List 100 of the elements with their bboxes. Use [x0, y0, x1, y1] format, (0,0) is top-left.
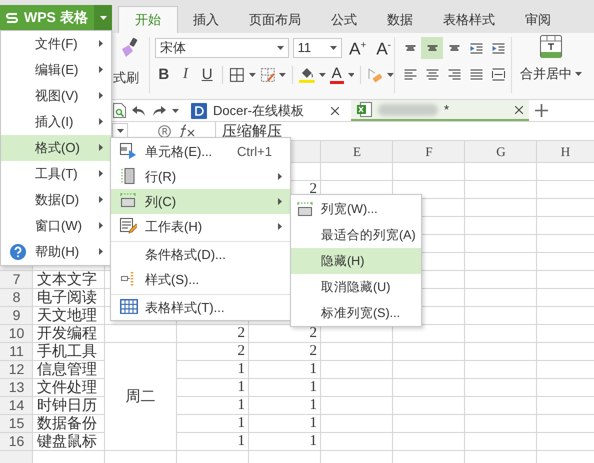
border-color-icon[interactable] [260, 66, 276, 83]
row-header[interactable]: 9 [0, 307, 33, 325]
column-icon [297, 202, 313, 216]
circle-r-icon[interactable] [158, 124, 171, 138]
table-cell-text: 1 [236, 415, 246, 433]
menu-item[interactable]: 表格样式(T)... [111, 294, 290, 320]
table-cell-text: 1 [308, 415, 318, 433]
table-cell-text: 时钟日历 [36, 397, 98, 415]
table-cell-text: 键盘鼠标 [36, 433, 98, 451]
row-header[interactable]: 15 [0, 415, 33, 433]
menu-item[interactable]: 窗口(W) [1, 213, 111, 239]
row-icon [120, 168, 136, 185]
fill-color-icon[interactable] [299, 66, 315, 84]
table-cell-text: 手机工具 [36, 343, 98, 361]
caret-icon [387, 72, 394, 77]
menu-item[interactable]: 插入(I) [1, 109, 111, 135]
menu-item[interactable]: 数据(D) [1, 187, 111, 213]
document-tab[interactable]: * [351, 100, 529, 121]
menu-item[interactable]: 行(R) [111, 164, 290, 189]
menu-item[interactable]: 视图(V) [1, 83, 111, 109]
table-cell-text: 2 [308, 325, 318, 343]
style-icon [120, 271, 136, 287]
print-preview-icon[interactable] [113, 103, 126, 118]
format-painter-label[interactable]: 式刷 [113, 69, 139, 87]
app-dropdown-button[interactable] [94, 5, 112, 31]
row-header[interactable]: 11 [0, 343, 33, 361]
merge-center-icon[interactable] [540, 35, 562, 59]
docer-logo-icon [191, 102, 207, 118]
menu-item[interactable]: 单元格(E)... Ctrl+1 [111, 139, 290, 164]
menu-item[interactable]: 帮助(H) [1, 239, 111, 265]
font-color-button[interactable]: A [330, 66, 344, 84]
table-cell-text: 开发编程 [36, 325, 98, 343]
cell-format-icon [120, 143, 137, 160]
logo-icon [6, 12, 18, 24]
menu-item[interactable]: 编辑(E) [1, 57, 111, 83]
table-cell-text: 1 [236, 361, 246, 379]
merge-center-button[interactable]: 合并居中 [520, 65, 582, 83]
column-header[interactable]: F [393, 141, 465, 163]
ribbon-tab[interactable]: 审阅 [510, 6, 566, 33]
row-header[interactable]: 16 [0, 433, 33, 451]
ribbon-tab[interactable]: 页面布局 [234, 6, 316, 33]
menu-item[interactable]: 列宽(W)... [291, 196, 421, 222]
row-header[interactable]: 12 [0, 361, 33, 379]
ribbon-tab[interactable]: 开始 [118, 6, 178, 33]
font-size-dropdown[interactable]: 11 [292, 38, 342, 58]
menu-item[interactable]: 隐藏(H) [291, 248, 421, 274]
submenu-arrow-icon [99, 170, 103, 177]
row-header[interactable]: 14 [0, 397, 33, 415]
menu-item[interactable]: 工具(T) [1, 161, 111, 187]
caret-icon [116, 129, 124, 133]
row-header[interactable]: 8 [0, 289, 33, 307]
align-center-icon [426, 68, 438, 80]
table-cell-text: 2 [308, 343, 318, 361]
row-header[interactable]: 7 [0, 271, 33, 289]
ribbon-tab[interactable]: 公式 [316, 6, 372, 33]
table-cell-text: 2 [236, 325, 246, 343]
table-cell-text: 2 [236, 343, 246, 361]
table-cell-text: 2 [308, 181, 318, 199]
menu-item[interactable]: 文件(F) [1, 31, 111, 57]
column-header[interactable]: E [321, 141, 393, 163]
bold-button[interactable]: B [155, 66, 173, 84]
middle-align-button[interactable] [421, 37, 443, 59]
document-tab[interactable]: Docer-在线模板 [185, 100, 345, 121]
underline-button[interactable]: U [198, 66, 216, 84]
ribbon-tab[interactable]: 表格样式 [428, 6, 510, 33]
table-cell-text: 数据备份 [36, 415, 98, 433]
ribbon-tab[interactable]: 数据 [372, 6, 428, 33]
help-icon [10, 244, 26, 260]
shrink-font-button[interactable]: A$^{-}$ [373, 37, 394, 59]
menu-item[interactable]: 列(C) [111, 189, 290, 214]
menu-item[interactable]: 样式(S)... [111, 267, 290, 292]
align-middle-icon [426, 45, 438, 51]
paintbrush-icon[interactable] [119, 37, 139, 59]
borders-icon[interactable] [228, 66, 245, 83]
row-header[interactable]: 13 [0, 379, 33, 397]
function-icon[interactable] [179, 124, 197, 138]
menu-item[interactable]: 标准列宽(S)... [291, 300, 421, 326]
menu-item[interactable]: 取消隐藏(U) [291, 274, 421, 300]
close-icon[interactable] [515, 106, 523, 114]
menu-item[interactable]: 工作表(H) [111, 214, 290, 239]
undo-icon[interactable] [132, 104, 146, 116]
table-cell-text: 信息管理 [36, 361, 98, 379]
new-tab-icon[interactable] [535, 104, 548, 117]
submenu-arrow-icon [99, 40, 103, 47]
close-icon[interactable] [331, 106, 339, 114]
table-cell-text: 1 [308, 433, 318, 451]
submenu-arrow-icon [99, 66, 103, 73]
redo-icon[interactable] [152, 104, 166, 116]
blurred-area [378, 104, 438, 116]
grow-font-button[interactable]: A$^{+}$ [346, 37, 370, 59]
column-header[interactable]: G [465, 141, 537, 163]
ribbon-tab[interactable]: 插入 [178, 6, 234, 33]
submenu-arrow-icon [278, 198, 282, 205]
row-header[interactable]: 10 [0, 325, 33, 343]
menu-item[interactable]: 最适合的列宽(A) [291, 222, 421, 248]
italic-button[interactable]: I [176, 66, 194, 84]
column-header[interactable]: H [537, 141, 594, 163]
caret-icon [100, 16, 106, 20]
menu-item[interactable]: 格式(O) [1, 135, 111, 161]
font-name-dropdown[interactable]: 宋体 [155, 38, 289, 58]
